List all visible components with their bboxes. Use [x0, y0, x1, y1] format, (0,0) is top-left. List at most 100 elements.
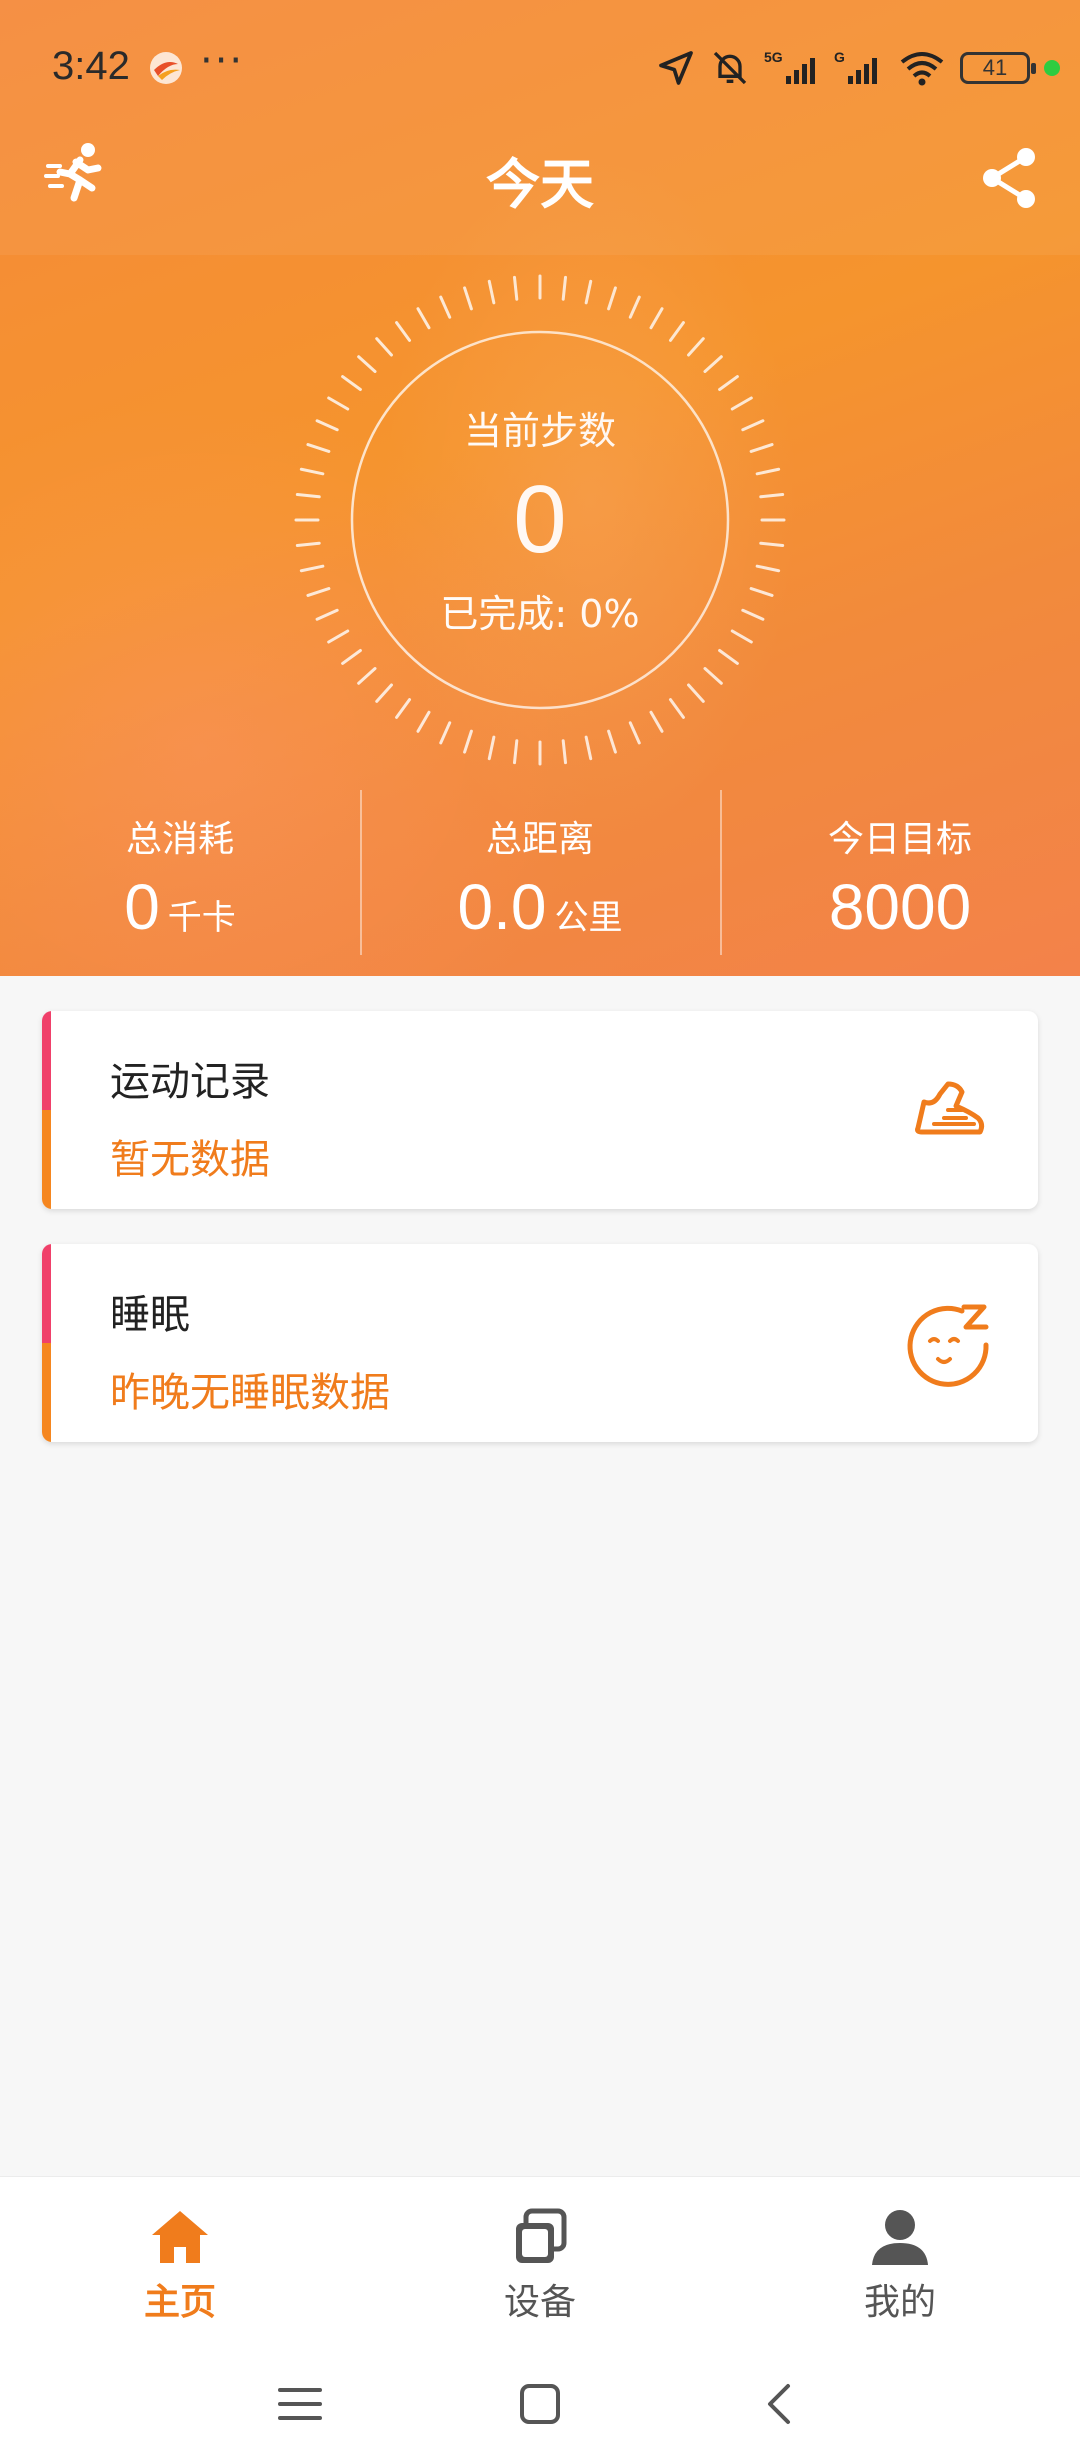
share-icon[interactable]: [980, 145, 1040, 211]
ring-tick: [487, 279, 496, 305]
ring-tick: [687, 683, 705, 703]
ring-tick: [463, 286, 473, 311]
stat-distance: 总距离 0.0 公里: [360, 790, 720, 960]
ring-tick: [561, 275, 568, 301]
ring-tick: [759, 492, 785, 499]
tab-devices-label: 设备: [503, 2282, 576, 2323]
stat-calories-label: 总消耗: [125, 819, 234, 860]
ring-tick: [718, 375, 739, 392]
stat-calories-value-group: 0 千卡: [0, 870, 360, 944]
status-more-icon: ···: [200, 38, 245, 84]
exercise-record-title: 运动记录: [110, 1059, 270, 1105]
signal-g-icon: G: [834, 49, 877, 84]
tab-profile-label: 我的: [863, 2282, 936, 2323]
ring-tick: [703, 667, 723, 685]
system-navigation-bar: [0, 2344, 1080, 2460]
page-title: 今天: [486, 153, 594, 216]
sleep-face-icon: [907, 1304, 989, 1387]
ring-tick: [741, 608, 765, 621]
ring-tick: [607, 286, 617, 311]
card-accent-bar: [42, 1011, 51, 1209]
ring-tick: [357, 355, 377, 373]
status-bar: 3:42 ··· 5G G 41: [0, 0, 1080, 135]
ring-tick: [463, 729, 473, 754]
ring-tick: [357, 667, 377, 685]
exercise-record-card[interactable]: 运动记录 暂无数据: [42, 1011, 1038, 1209]
svg-text:G: G: [834, 49, 845, 65]
devices-icon: [516, 2208, 567, 2263]
ring-tick: [628, 295, 641, 319]
ring-tick: [341, 648, 362, 665]
tab-home[interactable]: 主页: [0, 2177, 360, 2344]
profile-icon: [872, 2210, 928, 2265]
status-time: 3:42: [52, 44, 130, 88]
back-icon[interactable]: [750, 2374, 810, 2434]
bottom-tab-bar: 主页 设备 我的: [0, 2176, 1080, 2344]
ring-tick: [649, 710, 664, 733]
stat-goal-value: 8000: [828, 871, 972, 943]
tab-profile[interactable]: 我的: [720, 2177, 1080, 2344]
stat-calories: 总消耗 0 千卡: [0, 790, 360, 960]
ring-tick: [649, 307, 664, 330]
camera-indicator-dot: [1044, 60, 1060, 76]
home-icon: [152, 2211, 208, 2263]
ring-tick: [749, 587, 774, 597]
stats-row: 总消耗 0 千卡 总距离 0.0 公里 今日目标 8000: [0, 790, 1080, 960]
hero-section: 3:42 ··· 5G G 41 今天 当前步数 0 已完成: 0% 总消耗 0…: [0, 0, 1080, 976]
stat-goal-label: 今日目标: [827, 819, 972, 860]
location-icon: [659, 51, 693, 85]
stat-distance-label: 总距离: [485, 819, 594, 860]
app-root: 3:42 ··· 5G G 41 今天 当前步数 0 已完成: 0% 总消耗 0…: [0, 0, 1080, 2460]
stat-goal[interactable]: 今日目标 8000: [720, 790, 1080, 960]
ring-tick: [718, 648, 739, 665]
ring-tick: [749, 443, 774, 453]
signal-5g-icon: 5G: [764, 49, 815, 84]
sneaker-icon: [915, 1081, 985, 1135]
steps-value: 0: [513, 466, 567, 573]
app-notification-icon: [150, 52, 182, 84]
stat-goal-value-group: 8000: [720, 870, 1080, 944]
status-icons: 5G G 41: [656, 46, 1060, 90]
ring-tick: [755, 564, 781, 573]
battery-icon: 41: [960, 52, 1036, 84]
ring-tick: [416, 710, 431, 733]
svg-text:5G: 5G: [764, 49, 783, 65]
ring-tick: [395, 698, 412, 719]
ring-tick: [375, 337, 393, 357]
ring-tick: [584, 279, 593, 305]
tab-devices[interactable]: 设备: [360, 2177, 720, 2344]
ring-tick: [416, 307, 431, 330]
sleep-subtitle: 昨晚无睡眠数据: [110, 1370, 390, 1416]
steps-label: 当前步数: [463, 409, 616, 453]
stat-calories-value: 0: [124, 871, 160, 943]
ring-tick: [512, 739, 519, 765]
ring-tick: [607, 729, 617, 754]
ring-tick: [668, 321, 685, 342]
ring-tick: [668, 698, 685, 719]
mute-bell-icon: [713, 51, 747, 85]
ring-tick: [741, 419, 765, 432]
stat-calories-unit: 千卡: [167, 898, 236, 938]
exercise-record-subtitle: 暂无数据: [110, 1137, 270, 1183]
ring-tick: [439, 295, 452, 319]
stat-distance-value-group: 0.0 公里: [360, 870, 720, 944]
ring-tick: [730, 629, 753, 644]
ring-tick: [439, 721, 452, 745]
ring-tick: [584, 735, 593, 761]
home-square-icon[interactable]: [510, 2374, 570, 2434]
step-ring-inner-circle: [350, 330, 730, 710]
ring-tick: [561, 739, 568, 765]
sleep-card[interactable]: 睡眠 昨晚无睡眠数据: [42, 1244, 1038, 1442]
ring-tick: [730, 396, 753, 411]
tab-home-label: 主页: [143, 2282, 216, 2323]
ring-tick: [628, 721, 641, 745]
steps-progress: 已完成: 0%: [440, 592, 640, 636]
ring-tick: [687, 337, 705, 357]
ring-tick: [375, 683, 393, 703]
menu-icon[interactable]: [270, 2374, 330, 2434]
ring-tick: [512, 275, 519, 301]
wifi-icon: [900, 52, 944, 86]
sleep-title: 睡眠: [110, 1292, 190, 1338]
ring-tick: [341, 375, 362, 392]
ring-tick: [755, 467, 781, 476]
